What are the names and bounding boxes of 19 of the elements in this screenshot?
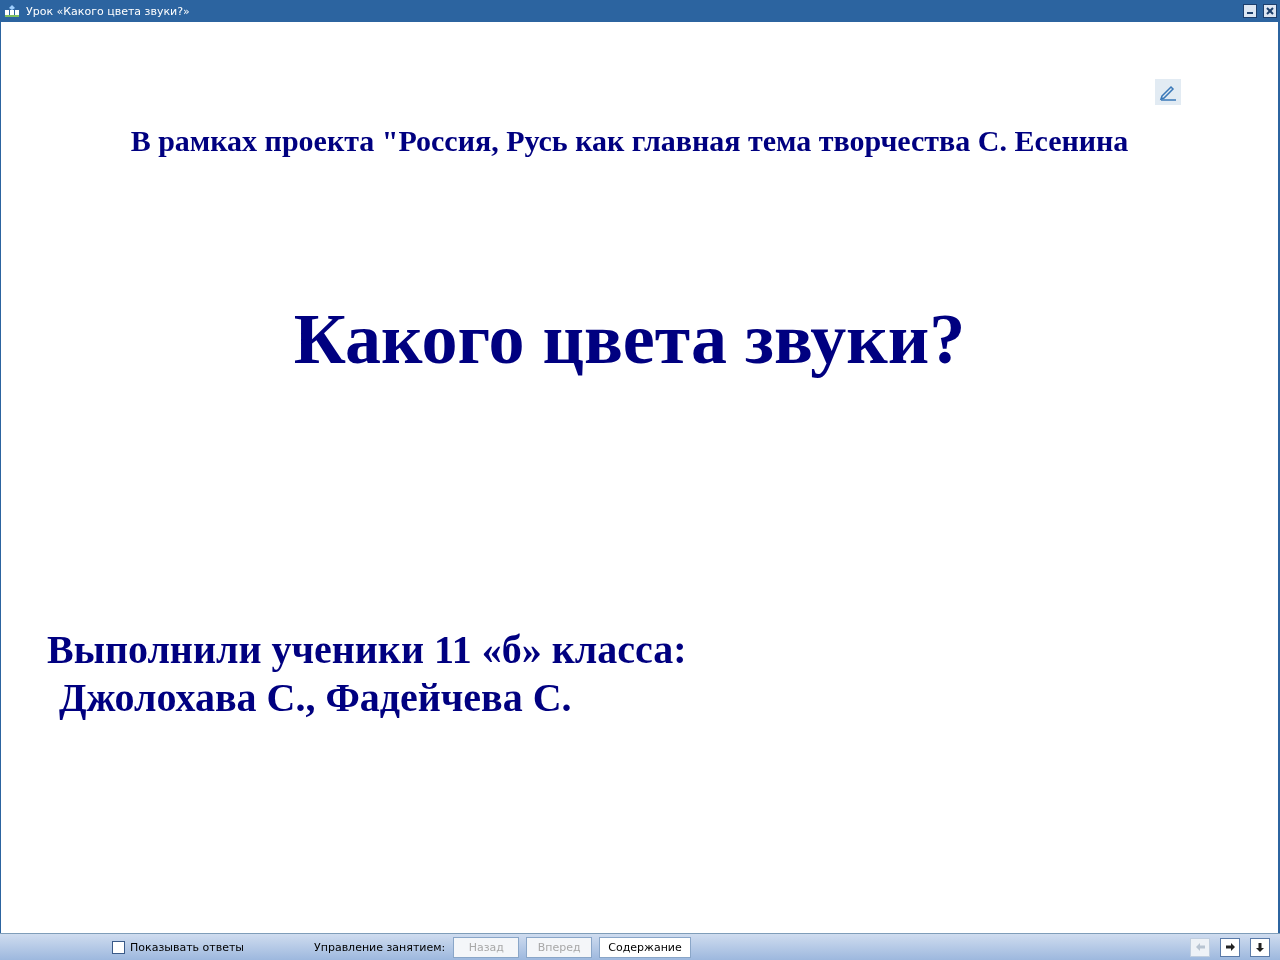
- authors-text: Джолохава С., Фадейчева С.: [58, 674, 572, 722]
- show-answers-checkbox[interactable]: Показывать ответы: [112, 940, 244, 954]
- slide-title: Какого цвета звуки?: [292, 298, 967, 381]
- close-button[interactable]: [1263, 4, 1277, 18]
- close-icon: [1266, 7, 1274, 15]
- minimize-button[interactable]: [1243, 4, 1257, 18]
- nav-button[interactable]: Содержание: [599, 936, 691, 958]
- app-logo-icon: [4, 5, 20, 17]
- right-arrow-button[interactable]: [1220, 937, 1240, 957]
- arrow-down-icon: [1254, 941, 1266, 953]
- down-arrow-button[interactable]: [1250, 937, 1270, 957]
- edit-button[interactable]: [1155, 79, 1181, 105]
- arrow-left-icon: [1194, 941, 1206, 953]
- authors-text: Выполнили ученики 11 «б» класса:: [47, 626, 687, 674]
- lesson-control-label: Управление занятием:: [314, 940, 446, 954]
- arrow-right-icon: [1224, 941, 1236, 953]
- window-title: Урок «Какого цвета звуки?»: [26, 4, 191, 18]
- pencil-icon: [1159, 83, 1177, 101]
- slide-subtitle: В рамках проекта "Россия, Русь как главная тема творчества С. Есенина: [129, 124, 1130, 158]
